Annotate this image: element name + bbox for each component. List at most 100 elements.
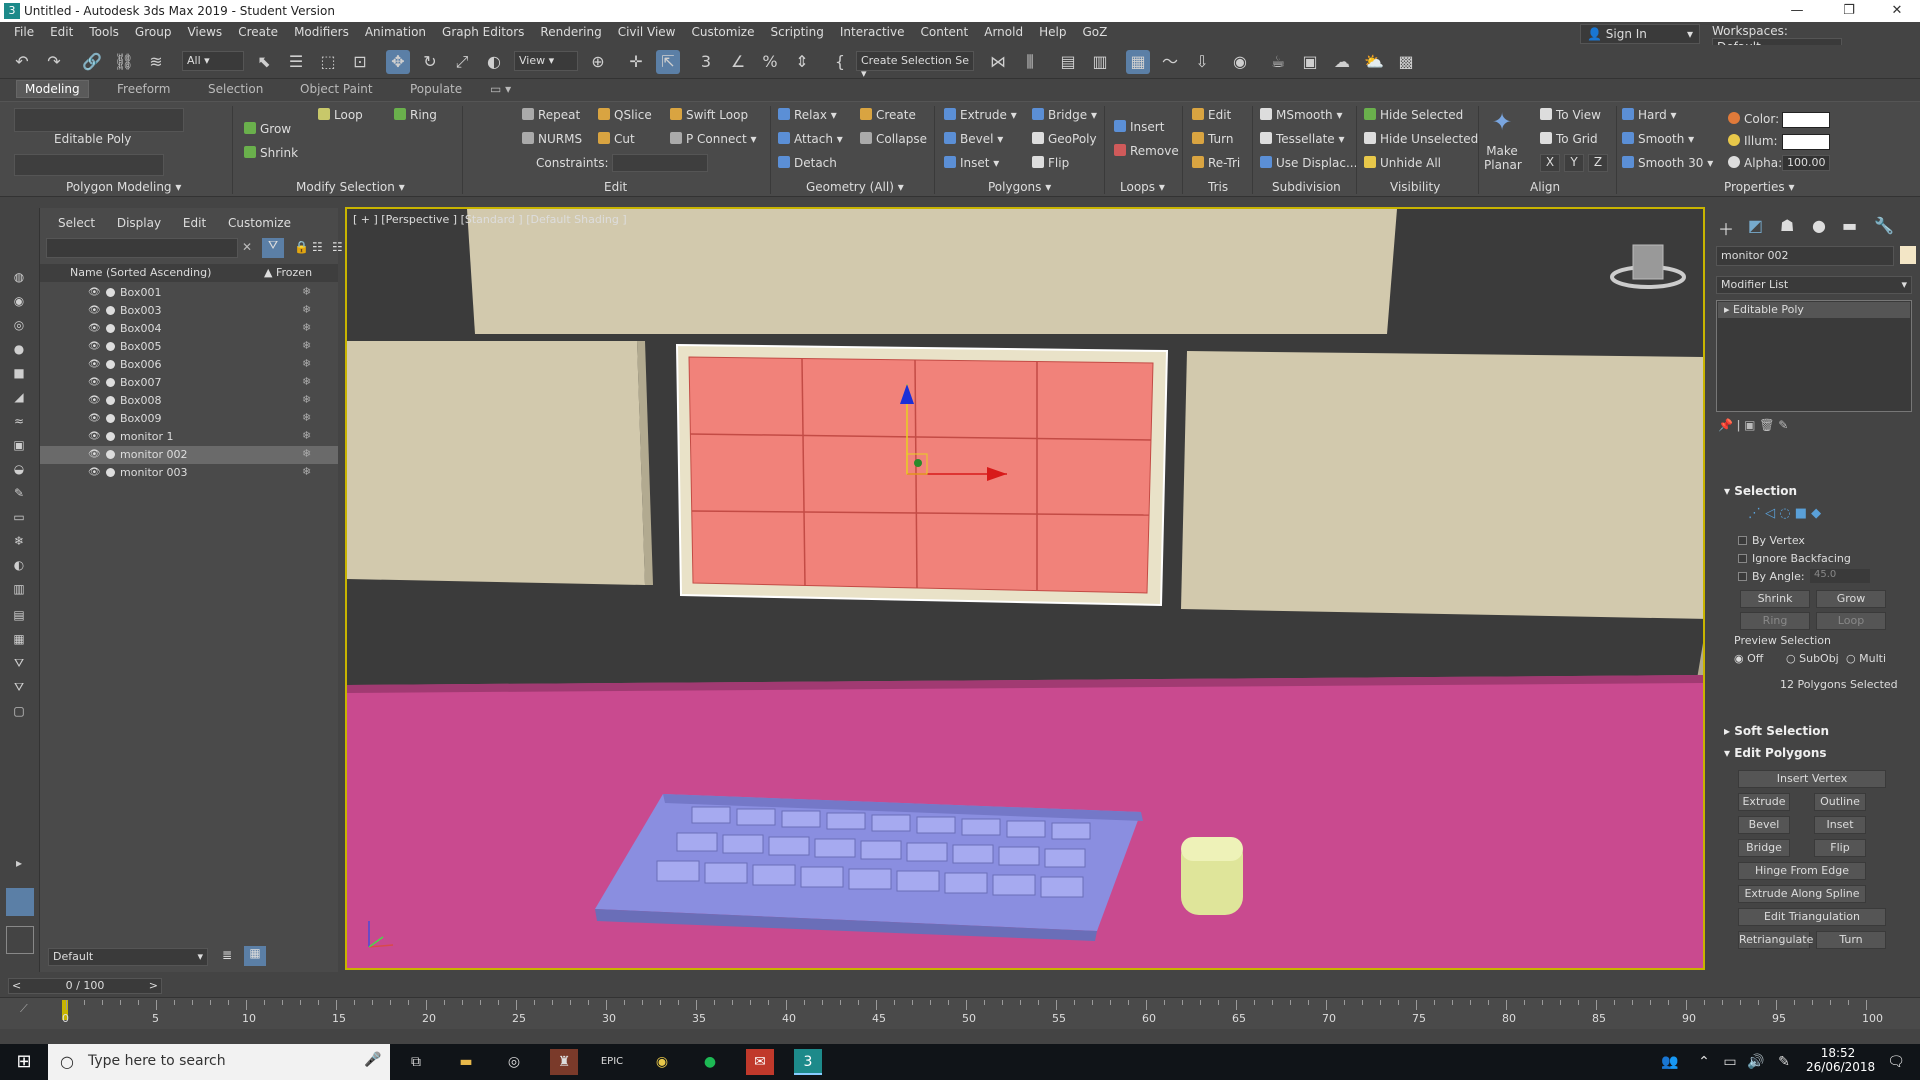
named-selection-sets-dropdown[interactable]: Create Selection Se ▾	[856, 51, 974, 80]
layer-explorer-icon[interactable]: ▤	[1056, 50, 1080, 74]
ribbon-options-icon[interactable]: ▭ ▾	[490, 82, 511, 96]
explorer-tab-customize[interactable]: Customize	[228, 216, 291, 230]
eye-icon[interactable]: 👁	[88, 323, 101, 334]
display-frozen-icon[interactable]: ❄	[10, 534, 28, 552]
rendered-frame-icon[interactable]: ▣	[1298, 50, 1322, 74]
stack-tools[interactable]: 📌 ǀ ▣ 🗑 ✎	[1718, 418, 1914, 436]
select-manipulate-icon[interactable]: ✛	[624, 50, 648, 74]
schematic-view-icon[interactable]: ⇩	[1190, 50, 1214, 74]
menu-interactive[interactable]: Interactive	[832, 22, 913, 42]
display-influences-icon[interactable]: ▦	[10, 632, 28, 650]
modifier-list-dropdown[interactable]: Modifier List ▾	[1716, 276, 1912, 294]
render-iterative-icon[interactable]: ⛅	[1362, 50, 1386, 74]
tab-modeling[interactable]: Modeling	[16, 80, 89, 98]
expand-arrow-icon[interactable]: ▸	[10, 856, 28, 874]
minimize-button[interactable]: —	[1774, 0, 1820, 22]
overwatch-icon[interactable]: ◎	[500, 1049, 528, 1075]
menu-rendering[interactable]: Rendering	[532, 22, 609, 42]
display-all-icon[interactable]: ▥	[10, 582, 28, 600]
edit-polygons-rollout[interactable]: ▾ Edit Polygons	[1724, 746, 1827, 760]
subobject-buttons[interactable]	[14, 108, 184, 132]
smooth30-button[interactable]: Smooth 30 ▾	[1622, 156, 1713, 170]
right-monitor-box[interactable]	[1181, 351, 1705, 619]
tessellate-button[interactable]: Tessellate ▾	[1260, 132, 1345, 146]
display-tab-icon[interactable]: ▬	[1842, 216, 1857, 235]
menu-content[interactable]: Content	[913, 22, 977, 42]
selection-rollout-title[interactable]: ▾ Selection	[1724, 484, 1797, 498]
col-name-header[interactable]: Name (Sorted Ascending)	[70, 266, 211, 279]
to-grid-button[interactable]: To Grid	[1540, 132, 1598, 146]
track-bar[interactable]: ⟋ 0 5 10 15 20 25 30 35 40 45 50 55 60 65 70 75 80 85 90 95…	[0, 997, 1920, 1029]
angle-input[interactable]: 45.0	[1810, 569, 1870, 583]
group-polygon-modeling[interactable]: Polygon Modeling ▾	[66, 180, 181, 194]
explorer-row[interactable]: 👁 Box006 ❄	[40, 356, 338, 374]
scale-icon[interactable]: ⤢	[450, 50, 474, 74]
insert-button[interactable]: Insert	[1114, 120, 1164, 134]
ring-sel-button[interactable]: Ring	[1740, 612, 1810, 630]
sign-in-dropdown[interactable]: 👤 Sign In ▾	[1580, 24, 1700, 44]
menu-customize[interactable]: Customize	[683, 22, 762, 42]
epic-games-icon[interactable]: EPIC	[598, 1049, 626, 1075]
filter-funnel-icon[interactable]: ⛛	[10, 656, 28, 674]
eye-icon[interactable]: 👁	[88, 431, 101, 442]
task-view-icon[interactable]: ⧉	[402, 1049, 430, 1075]
freeze-icon[interactable]: ❄	[302, 285, 311, 298]
inset-poly-button[interactable]: Inset	[1814, 816, 1866, 834]
eye-icon[interactable]: 👁	[88, 449, 101, 460]
inset-button[interactable]: Inset ▾	[944, 156, 999, 170]
explorer-row[interactable]: 👁 monitor 002 ❄	[40, 446, 338, 464]
group-modify-selection[interactable]: Modify Selection ▾	[296, 180, 405, 194]
explorer-row[interactable]: 👁 monitor 003 ❄	[40, 464, 338, 482]
freeze-icon[interactable]: ❄	[302, 429, 311, 442]
grow-sel-button[interactable]: Grow	[1816, 590, 1886, 608]
explorer-row[interactable]: 👁 Box003 ❄	[40, 302, 338, 320]
nurms-button[interactable]: NURMS	[522, 132, 582, 146]
selected-polygons[interactable]	[688, 356, 1154, 594]
shrink-button[interactable]: Shrink	[244, 146, 298, 160]
freeze-icon[interactable]: ❄	[302, 465, 311, 478]
edit-named-sets-icon[interactable]: {	[828, 50, 852, 74]
hide-selected-button[interactable]: Hide Selected	[1364, 108, 1463, 122]
tab-populate[interactable]: Populate	[410, 82, 462, 96]
eye-icon[interactable]: 👁	[88, 395, 101, 406]
cut-button[interactable]: Cut	[598, 132, 635, 146]
close-button[interactable]: ✕	[1874, 0, 1920, 22]
tri-turn-button[interactable]: Turn	[1192, 132, 1233, 146]
layers-icon[interactable]: ≣	[222, 948, 232, 962]
loop-sel-button[interactable]: Loop	[1816, 612, 1886, 630]
motion-tab-icon[interactable]: ●	[1812, 216, 1826, 235]
preview-subobj-radio[interactable]: ○ SubObj	[1786, 652, 1839, 665]
spotify-icon[interactable]: ●	[696, 1049, 724, 1075]
eye-icon[interactable]: 👁	[88, 413, 101, 424]
volume-icon[interactable]: 🔊	[1742, 1049, 1770, 1075]
move-icon[interactable]: ✥	[386, 50, 410, 74]
taskbar-search[interactable]: ○ Type here to search 🎤	[48, 1044, 390, 1080]
discord-icon[interactable]: ✉	[746, 1049, 774, 1075]
layer-sort-icon[interactable]: ☷	[332, 240, 343, 254]
group-polygons[interactable]: Polygons ▾	[988, 180, 1051, 194]
by-angle-checkbox[interactable]: By Angle:	[1738, 570, 1805, 583]
left-monitor-box[interactable]	[347, 341, 645, 585]
clock[interactable]: 18:52 26/06/2018	[1806, 1046, 1875, 1074]
flip-button[interactable]: Flip	[1032, 156, 1069, 170]
network-icon[interactable]: ▭	[1716, 1049, 1744, 1075]
explorer-tab-edit[interactable]: Edit	[183, 216, 206, 230]
game-app-icon[interactable]: ♜	[550, 1049, 578, 1075]
menu-help[interactable]: Help	[1031, 22, 1074, 42]
pen-icon[interactable]: ✎	[1770, 1049, 1798, 1075]
freeze-icon[interactable]: ❄	[302, 375, 311, 388]
bridge-poly-button[interactable]: Bridge	[1738, 839, 1790, 857]
unhide-all-button[interactable]: Unhide All	[1364, 156, 1441, 170]
menu-edit[interactable]: Edit	[42, 22, 81, 42]
freeze-icon[interactable]: ❄	[302, 447, 311, 460]
extrude-along-spline-button[interactable]: Extrude Along Spline	[1738, 885, 1866, 903]
microphone-icon[interactable]: 🎤	[364, 1052, 381, 1068]
windows-start-icon[interactable]: ⊞	[10, 1049, 38, 1075]
3ds-max-taskbar-icon[interactable]: 3	[794, 1049, 822, 1075]
window-crossing-icon[interactable]: ⊡	[348, 50, 372, 74]
hierarchy-icon[interactable]: ☷	[312, 240, 323, 254]
detach-button[interactable]: Detach	[778, 156, 837, 170]
color-swatch[interactable]	[1782, 112, 1830, 128]
explorer-row[interactable]: 👁 Box004 ❄	[40, 320, 338, 338]
menu-group[interactable]: Group	[127, 22, 180, 42]
